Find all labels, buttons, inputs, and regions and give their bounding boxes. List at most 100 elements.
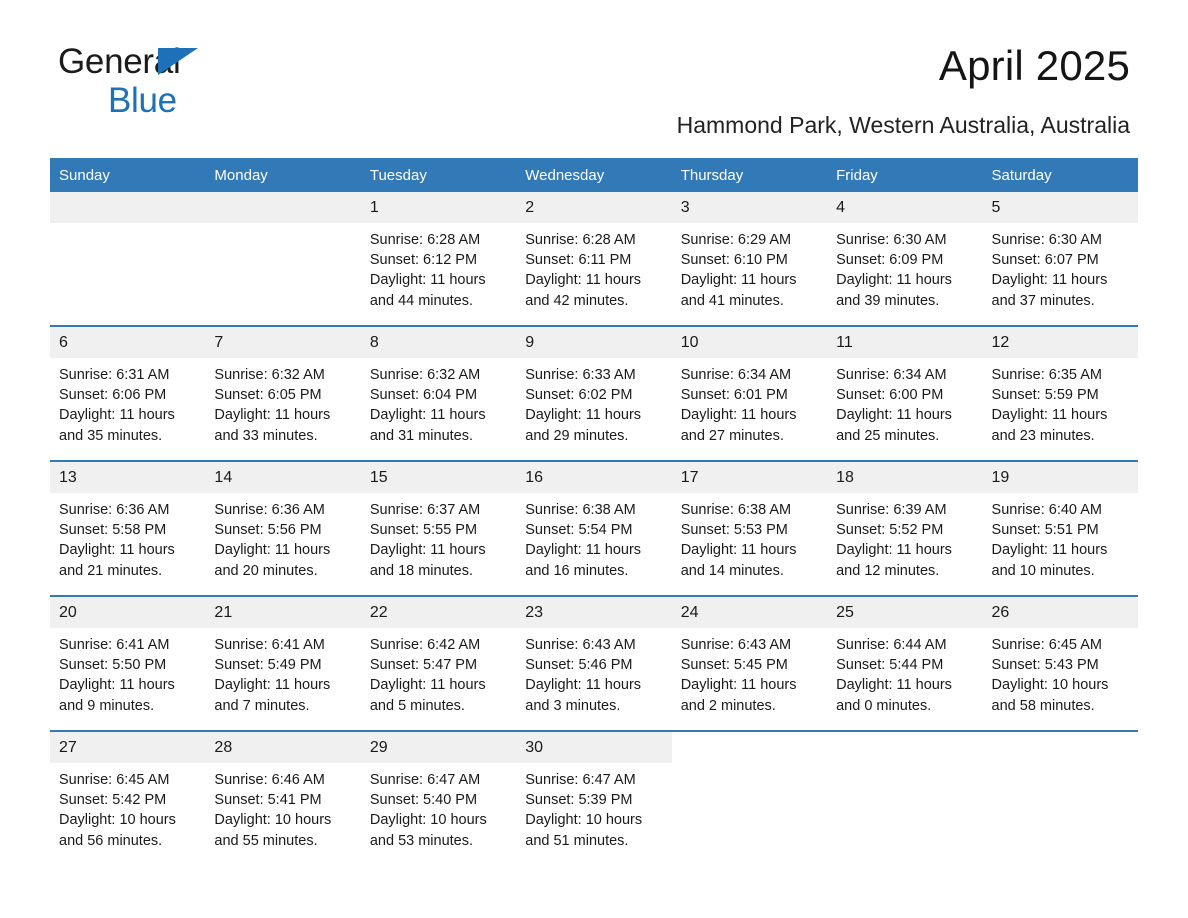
sunrise-text: Sunrise: 6:46 AM — [214, 772, 325, 788]
sunset-text: Sunset: 5:44 PM — [836, 657, 944, 674]
sunset-text: Sunset: 5:56 PM — [214, 522, 322, 539]
calendar-day-cell[interactable]: 30 Sunrise: 6:47 AM Sunset: 5:39 PM Dayligh… — [516, 730, 672, 865]
calendar-day-cell[interactable]: 10 Sunrise: 6:34 AM Sunset: 6:01 PM Dayligh… — [671, 325, 828, 461]
sunset-text: Sunset: 5:52 PM — [836, 522, 944, 539]
daylight-text: Daylight: 10 hours and 56 minutes. — [59, 812, 176, 849]
sunset-text: Sunset: 6:07 PM — [991, 252, 1099, 269]
calendar-day-cell[interactable]: 3 Sunrise: 6:29 AM Sunset: 6:10 PM Daylight… — [671, 192, 828, 326]
day-sun-info: Sunrise: 6:37 AM Sunset: 5:55 PM Daylight:… — [361, 493, 516, 581]
calendar-day-cell[interactable]: 21 Sunrise: 6:41 AM Sunset: 5:49 PM Dayligh… — [205, 595, 361, 731]
sunrise-text: Sunrise: 6:39 AM — [836, 502, 947, 518]
daylight-text: Daylight: 11 hours and 10 minutes. — [991, 542, 1108, 579]
day-number: 17 — [671, 462, 828, 493]
day-sun-info: Sunrise: 6:28 AM Sunset: 6:12 PM Daylight:… — [361, 223, 516, 311]
calendar-day-cell[interactable]: 25 Sunrise: 6:44 AM Sunset: 5:44 PM Dayligh… — [827, 595, 983, 731]
daylight-text: Daylight: 10 hours and 55 minutes. — [214, 812, 332, 849]
calendar-day-cell[interactable]: 11 Sunrise: 6:34 AM Sunset: 6:00 PM Dayligh… — [827, 325, 983, 461]
day-sun-info: Sunrise: 6:41 AM Sunset: 5:50 PM Daylight:… — [50, 628, 205, 716]
day-sun-info: Sunrise: 6:43 AM Sunset: 5:45 PM Daylight:… — [672, 628, 827, 716]
day-number: 19 — [982, 462, 1138, 493]
daylight-text: Daylight: 11 hours and 29 minutes. — [525, 407, 642, 444]
calendar-body: 1 Sunrise: 6:28 AM Sunset: 6:12 PM Daylight… — [50, 192, 1138, 865]
day-number: 7 — [205, 327, 361, 358]
sunset-text: Sunset: 6:02 PM — [525, 387, 633, 404]
sunset-text: Sunset: 5:41 PM — [214, 792, 322, 809]
sunset-text: Sunset: 5:46 PM — [525, 657, 633, 674]
calendar-day-cell[interactable]: 19 Sunrise: 6:40 AM Sunset: 5:51 PM Dayligh… — [982, 460, 1138, 596]
daylight-text: Daylight: 11 hours and 39 minutes. — [836, 272, 952, 309]
calendar-day-cell[interactable]: 13 Sunrise: 6:36 AM Sunset: 5:58 PM Dayligh… — [50, 460, 206, 596]
day-number: 23 — [516, 597, 672, 628]
day-cell-inner: 19 Sunrise: 6:40 AM Sunset: 5:51 PM Dayligh… — [982, 462, 1138, 595]
calendar-day-cell[interactable]: 4 Sunrise: 6:30 AM Sunset: 6:09 PM Daylight… — [827, 192, 983, 326]
day-number: 6 — [50, 327, 206, 358]
calendar-day-cell[interactable]: 1 Sunrise: 6:28 AM Sunset: 6:12 PM Daylight… — [360, 192, 517, 326]
calendar-cell-empty — [50, 192, 206, 326]
day-number: 14 — [205, 462, 361, 493]
calendar-week-row: 27 Sunrise: 6:45 AM Sunset: 5:42 PM Dayligh… — [50, 730, 1138, 865]
calendar-day-cell[interactable]: 26 Sunrise: 6:45 AM Sunset: 5:43 PM Dayligh… — [982, 595, 1138, 731]
calendar-day-cell[interactable]: 27 Sunrise: 6:45 AM Sunset: 5:42 PM Dayligh… — [50, 730, 206, 865]
calendar-day-cell[interactable]: 14 Sunrise: 6:36 AM Sunset: 5:56 PM Dayligh… — [205, 460, 361, 596]
daylight-text: Daylight: 11 hours and 27 minutes. — [680, 407, 797, 444]
sunset-text: Sunset: 5:40 PM — [369, 792, 478, 809]
day-sun-info: Sunrise: 6:42 AM Sunset: 5:47 PM Daylight:… — [361, 628, 516, 716]
weekday-header-monday: Monday — [205, 158, 361, 192]
calendar-day-cell[interactable]: 20 Sunrise: 6:41 AM Sunset: 5:50 PM Dayligh… — [50, 595, 206, 731]
sunrise-text: Sunrise: 6:34 AM — [680, 367, 792, 383]
day-cell-inner: 18 Sunrise: 6:39 AM Sunset: 5:52 PM Dayligh… — [827, 462, 983, 595]
day-sun-info: Sunrise: 6:43 AM Sunset: 5:46 PM Daylight:… — [516, 628, 671, 716]
calendar-day-cell[interactable]: 15 Sunrise: 6:37 AM Sunset: 5:55 PM Dayligh… — [360, 460, 517, 596]
day-sun-info: Sunrise: 6:30 AM Sunset: 6:07 PM Daylight:… — [983, 223, 1138, 311]
day-cell-inner — [205, 192, 361, 325]
sunrise-text: Sunrise: 6:47 AM — [369, 772, 481, 788]
calendar-day-cell[interactable]: 17 Sunrise: 6:38 AM Sunset: 5:53 PM Dayligh… — [671, 460, 828, 596]
sunset-text: Sunset: 5:51 PM — [991, 522, 1099, 539]
day-sun-info: Sunrise: 6:29 AM Sunset: 6:10 PM Daylight:… — [672, 223, 827, 311]
sunrise-text: Sunrise: 6:41 AM — [59, 637, 170, 653]
sunset-text: Sunset: 5:49 PM — [214, 657, 322, 674]
calendar-day-cell[interactable]: 24 Sunrise: 6:43 AM Sunset: 5:45 PM Dayligh… — [671, 595, 828, 731]
calendar-table: Sunday Monday Tuesday Wednesday Thursday… — [50, 158, 1138, 865]
generalblue-logo[interactable]: General Blue — [58, 44, 318, 120]
daylight-text: Daylight: 11 hours and 5 minutes. — [369, 677, 486, 714]
day-cell-inner: 29 Sunrise: 6:47 AM Sunset: 5:40 PM Dayligh… — [360, 732, 517, 865]
calendar-day-cell[interactable]: 12 Sunrise: 6:35 AM Sunset: 5:59 PM Dayligh… — [982, 325, 1138, 461]
day-number: 5 — [982, 192, 1138, 223]
daylight-text: Daylight: 10 hours and 53 minutes. — [369, 812, 487, 849]
day-cell-inner — [827, 732, 983, 865]
page-header: General Blue April 2025 Hammond Park, We… — [50, 0, 1138, 138]
calendar-day-cell[interactable]: 23 Sunrise: 6:43 AM Sunset: 5:46 PM Dayligh… — [516, 595, 672, 731]
sunrise-text: Sunrise: 6:29 AM — [680, 232, 792, 248]
day-sun-info: Sunrise: 6:35 AM Sunset: 5:59 PM Daylight:… — [983, 358, 1138, 446]
sunset-text: Sunset: 6:06 PM — [59, 387, 167, 404]
sunset-text: Sunset: 6:12 PM — [369, 252, 478, 269]
sunset-text: Sunset: 5:54 PM — [525, 522, 633, 539]
day-sun-info: Sunrise: 6:38 AM Sunset: 5:54 PM Daylight:… — [516, 493, 671, 581]
calendar-day-cell[interactable]: 18 Sunrise: 6:39 AM Sunset: 5:52 PM Dayligh… — [827, 460, 983, 596]
calendar-day-cell[interactable]: 9 Sunrise: 6:33 AM Sunset: 6:02 PM Daylight… — [516, 325, 672, 461]
day-sun-info: Sunrise: 6:28 AM Sunset: 6:11 PM Daylight:… — [516, 223, 671, 311]
sunset-text: Sunset: 5:39 PM — [525, 792, 633, 809]
day-sun-info: Sunrise: 6:36 AM Sunset: 5:58 PM Daylight:… — [50, 493, 205, 581]
daylight-text: Daylight: 10 hours and 58 minutes. — [991, 677, 1109, 714]
calendar-day-cell[interactable]: 7 Sunrise: 6:32 AM Sunset: 6:05 PM Daylight… — [205, 325, 361, 461]
sunrise-text: Sunrise: 6:33 AM — [525, 367, 636, 383]
day-cell-inner — [982, 732, 1138, 865]
daylight-text: Daylight: 11 hours and 20 minutes. — [214, 542, 331, 579]
calendar-day-cell[interactable]: 6 Sunrise: 6:31 AM Sunset: 6:06 PM Daylight… — [50, 325, 206, 461]
calendar-day-cell[interactable]: 22 Sunrise: 6:42 AM Sunset: 5:47 PM Dayligh… — [360, 595, 517, 731]
day-number: 20 — [50, 597, 206, 628]
calendar-week-row: 20 Sunrise: 6:41 AM Sunset: 5:50 PM Dayligh… — [50, 595, 1138, 731]
daylight-text: Daylight: 11 hours and 18 minutes. — [369, 542, 486, 579]
day-number: 10 — [671, 327, 828, 358]
calendar-day-cell[interactable]: 16 Sunrise: 6:38 AM Sunset: 5:54 PM Dayligh… — [516, 460, 672, 596]
calendar-day-cell[interactable]: 28 Sunrise: 6:46 AM Sunset: 5:41 PM Dayligh… — [205, 730, 361, 865]
calendar-day-cell[interactable]: 5 Sunrise: 6:30 AM Sunset: 6:07 PM Daylight… — [982, 192, 1138, 326]
sunset-text: Sunset: 5:42 PM — [59, 792, 167, 809]
calendar-day-cell[interactable]: 2 Sunrise: 6:28 AM Sunset: 6:11 PM Daylight… — [516, 192, 672, 326]
calendar-header-row: Sunday Monday Tuesday Wednesday Thursday… — [50, 158, 1138, 192]
sunrise-text: Sunrise: 6:43 AM — [680, 637, 792, 653]
calendar-day-cell[interactable]: 29 Sunrise: 6:47 AM Sunset: 5:40 PM Dayligh… — [360, 730, 517, 865]
calendar-day-cell[interactable]: 8 Sunrise: 6:32 AM Sunset: 6:04 PM Daylight… — [360, 325, 517, 461]
